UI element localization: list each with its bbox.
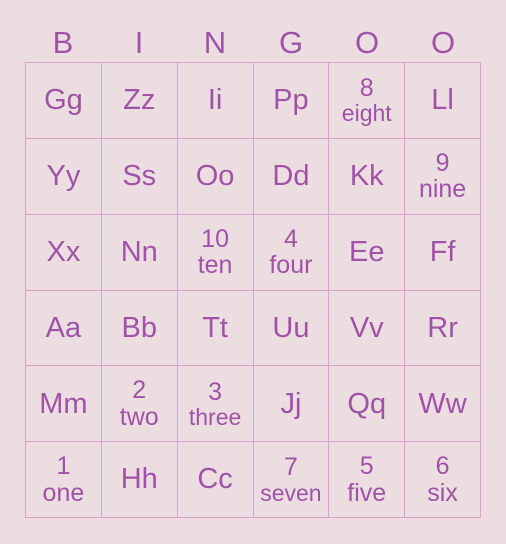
bingo-cell[interactable]: Cc	[177, 442, 254, 518]
bingo-cell[interactable]: Vv	[329, 290, 406, 367]
bingo-cell[interactable]: Ff	[405, 214, 481, 291]
bingo-cell[interactable]: Dd	[253, 138, 330, 215]
bingo-cell-primary: 1	[56, 452, 71, 481]
bingo-cell[interactable]: Ii	[177, 63, 254, 139]
bingo-cell-primary: Rr	[427, 311, 458, 344]
bingo-header-letter: O	[430, 24, 456, 60]
bingo-cell[interactable]: Zz	[101, 63, 178, 139]
bingo-cell-primary: Xx	[46, 235, 81, 268]
bingo-cell[interactable]: Jj	[253, 366, 330, 443]
bingo-cell-primary: 2	[132, 376, 147, 405]
bingo-cell-primary: Ss	[122, 160, 157, 193]
bingo-card: B I N G O O Gg Zz Ii Pp 8 eight Ll Yy Ss Oo Dd Kk 9 nine Xx…	[0, 0, 506, 544]
bingo-cell-primary: 4	[283, 224, 298, 253]
bingo-cell[interactable]: 7 seven	[253, 442, 330, 518]
bingo-cell[interactable]: Yy	[26, 138, 102, 215]
bingo-cell[interactable]: Xx	[26, 214, 102, 291]
bingo-cell[interactable]: 6 six	[405, 442, 481, 518]
bingo-cell-secondary: two	[119, 402, 159, 431]
bingo-cell-primary: Tt	[202, 311, 228, 344]
bingo-cell-primary: 3	[208, 377, 223, 406]
bingo-cell-primary: Pp	[273, 84, 309, 117]
bingo-cell[interactable]: Kk	[329, 138, 406, 215]
bingo-cell[interactable]: 8 eight	[329, 63, 406, 139]
bingo-cell-primary: Ll	[431, 84, 454, 117]
bingo-cell-primary: Ww	[418, 387, 467, 420]
bingo-cell[interactable]: Bb	[101, 290, 178, 367]
bingo-cell[interactable]: Ll	[405, 63, 481, 139]
bingo-cell[interactable]: 2 two	[101, 366, 178, 443]
bingo-cell-secondary: five	[347, 478, 387, 507]
bingo-cell-primary: Nn	[120, 235, 158, 268]
bingo-cell-primary: Zz	[123, 84, 156, 117]
bingo-cell-primary: 9	[435, 148, 450, 177]
bingo-cell-primary: 5	[359, 452, 374, 481]
bingo-cell-primary: Vv	[349, 311, 384, 344]
bingo-cell-secondary: nine	[418, 175, 467, 204]
bingo-cell-secondary: seven	[260, 479, 322, 506]
bingo-cell-primary: Gg	[44, 84, 83, 117]
bingo-cell-primary: Aa	[45, 311, 82, 344]
bingo-cell[interactable]: Oo	[177, 138, 254, 215]
bingo-cell-secondary: four	[269, 251, 313, 280]
bingo-cell[interactable]: Ww	[405, 366, 481, 443]
bingo-cell[interactable]: 3 three	[177, 366, 254, 443]
bingo-cell[interactable]: 10 ten	[177, 214, 254, 291]
bingo-cell-primary: Qq	[347, 387, 387, 420]
bingo-cell-primary: Cc	[197, 463, 233, 496]
bingo-header-letter: B	[52, 24, 74, 60]
bingo-header-row: BINGOO	[25, 22, 481, 62]
bingo-cell-primary: Mm	[39, 387, 88, 420]
bingo-cell[interactable]: Uu	[253, 290, 330, 367]
bingo-cell[interactable]: 1 one	[26, 442, 102, 518]
bingo-cell-primary: Ee	[349, 235, 385, 268]
bingo-header-letter: N	[203, 24, 227, 60]
bingo-cell[interactable]: Gg	[26, 63, 102, 139]
bingo-cell[interactable]: Tt	[177, 290, 254, 367]
bingo-cell-primary: 8	[359, 74, 374, 103]
bingo-cell[interactable]: 4 four	[253, 214, 330, 291]
bingo-cell-secondary: eight	[341, 100, 392, 127]
bingo-cell-primary: 7	[283, 453, 298, 482]
bingo-cell-secondary: ten	[197, 251, 233, 280]
bingo-cell[interactable]: Mm	[26, 366, 102, 443]
bingo-cell-secondary: one	[42, 478, 85, 507]
bingo-cell-primary: Bb	[121, 311, 157, 344]
bingo-cell-secondary: six	[427, 478, 458, 507]
bingo-cell-primary: 6	[435, 452, 450, 481]
bingo-cell[interactable]: Ee	[329, 214, 406, 291]
bingo-cell[interactable]: Nn	[101, 214, 178, 291]
bingo-header-letter: G	[278, 24, 304, 60]
bingo-header-letter: I	[134, 24, 144, 60]
bingo-cell[interactable]: 9 nine	[405, 138, 481, 215]
bingo-cell-primary: Kk	[349, 160, 384, 193]
bingo-grid: Gg Zz Ii Pp 8 eight Ll Yy Ss Oo Dd Kk 9 nine Xx Nn 10 ten…	[25, 62, 481, 518]
bingo-cell[interactable]: Hh	[101, 442, 178, 518]
bingo-cell[interactable]: Pp	[253, 63, 330, 139]
bingo-cell-primary: Ff	[429, 235, 456, 268]
bingo-cell[interactable]: Rr	[405, 290, 481, 367]
bingo-cell-primary: Yy	[46, 160, 81, 193]
bingo-cell-primary: 10	[201, 224, 229, 253]
bingo-cell[interactable]: Ss	[101, 138, 178, 215]
bingo-cell-primary: Ii	[207, 84, 223, 117]
bingo-cell[interactable]: 5 five	[329, 442, 406, 518]
bingo-cell-primary: Oo	[195, 160, 235, 193]
bingo-cell-primary: Jj	[280, 387, 302, 420]
bingo-cell-secondary: three	[188, 403, 242, 430]
bingo-cell[interactable]: Aa	[26, 290, 102, 367]
bingo-header-letter: O	[354, 24, 380, 60]
bingo-cell[interactable]: Qq	[329, 366, 406, 443]
bingo-cell-primary: Uu	[272, 311, 310, 344]
bingo-cell-primary: Hh	[120, 463, 158, 496]
bingo-cell-primary: Dd	[272, 160, 310, 193]
